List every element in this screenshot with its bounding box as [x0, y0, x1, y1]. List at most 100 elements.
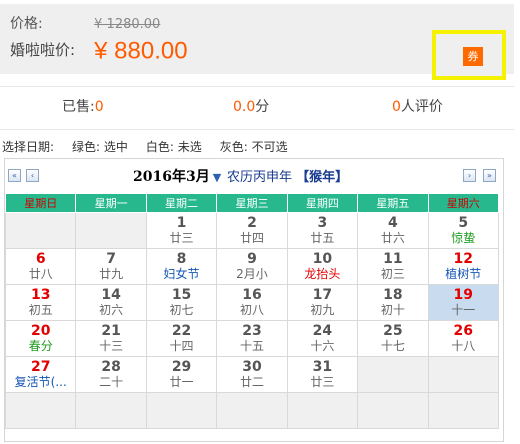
day-cell[interactable]: 28 二十 [75, 356, 147, 393]
lunar-date: 十四 [169, 339, 194, 353]
day-number: 24 [312, 323, 333, 339]
empty-day-cell [216, 392, 288, 429]
day-number: 8 [176, 251, 187, 267]
calendar: « ‹ 2016年3月 ▼ 农历丙申年 【猴年】 › » 星期日 星期一 星期二 星期三… [4, 158, 504, 442]
lunar-date: 春分 [28, 339, 53, 353]
chevron-down-icon[interactable]: ▼ [213, 171, 221, 184]
coupon-button[interactable]: 券 [463, 47, 483, 66]
day-number: 2 [247, 215, 257, 231]
lunar-date: 初七 [169, 303, 194, 317]
weekday-header: 星期四 [286, 193, 359, 213]
next-month-icon[interactable]: › [463, 169, 476, 182]
lunar-date: 初六 [99, 303, 124, 317]
review-count[interactable]: 0人评价 [392, 87, 443, 127]
day-cell[interactable]: 10 龙抬头 [286, 248, 359, 285]
day-cell[interactable]: 14 初六 [75, 284, 147, 321]
empty-day-cell [4, 212, 77, 249]
lunar-date: 2月小 [236, 267, 268, 281]
day-cell[interactable]: 21 十三 [75, 320, 147, 357]
day-number: 14 [101, 287, 121, 303]
legend-green: 绿色: 选中 [72, 140, 128, 154]
lunar-date: 二十 [99, 375, 124, 389]
month-selector[interactable]: 2016年3月 ▼ [133, 166, 221, 186]
day-number: 7 [106, 251, 116, 267]
empty-day-cell [4, 392, 77, 429]
weekday-header: 星期五 [357, 193, 429, 213]
empty-day-cell [427, 356, 500, 393]
day-cell[interactable]: 13 初五 [4, 284, 77, 321]
day-cell[interactable]: 19 十一 [427, 284, 500, 321]
day-cell[interactable]: 5 惊蛰 [427, 212, 500, 249]
lunar-date: 十六 [310, 339, 335, 353]
weekday-header: 星期二 [145, 193, 218, 213]
sold-value: 0 [94, 99, 104, 115]
day-cell[interactable]: 17 初九 [286, 284, 359, 321]
next-year-icon[interactable]: » [483, 169, 496, 182]
day-number: 27 [30, 359, 51, 375]
empty-day-cell [75, 212, 147, 249]
lunar-date: 廿三 [310, 375, 335, 389]
week-row: 6 廿八 7 廿九 8 妇女节 9 2月小 10 龙抬头 11 初三 12 植树节 [4, 248, 500, 285]
day-cell[interactable]: 9 2月小 [216, 248, 288, 285]
day-cell[interactable]: 23 十五 [216, 320, 288, 357]
day-number: 1 [176, 215, 187, 231]
day-cell[interactable]: 25 十七 [357, 320, 429, 357]
lunar-date: 廿三 [169, 231, 194, 245]
sale-price-row: 婚啦啦价: ¥ 880.00 [10, 38, 188, 63]
day-number: 16 [242, 287, 262, 303]
week-row: 27 复活节(... 28 二十 29 廿一 30 廿二 31 廿三 [4, 356, 500, 393]
day-number: 4 [387, 215, 398, 231]
day-number: 5 [458, 215, 469, 231]
zodiac-label: 【猴年】 [296, 170, 349, 185]
date-legend: 选择日期: 绿色: 选中 白色: 未选 灰色: 不可选 [2, 138, 306, 156]
lunar-date: 廿五 [310, 231, 335, 245]
lunar-date: 初十 [380, 303, 405, 317]
prev-month-icon[interactable]: ‹ [26, 169, 39, 182]
day-cell[interactable]: 27 复活节(... [4, 356, 77, 393]
lunar-date: 复活节(... [14, 375, 67, 389]
day-cell[interactable]: 8 妇女节 [145, 248, 218, 285]
day-cell[interactable]: 1 廿三 [145, 212, 218, 249]
day-number: 13 [30, 287, 51, 303]
legend-gray: 灰色: 不可选 [219, 140, 288, 154]
calendar-header: « ‹ 2016年3月 ▼ 农历丙申年 【猴年】 › » [5, 159, 503, 193]
legend-white: 白色: 未选 [145, 140, 202, 154]
lunar-date: 廿二 [239, 375, 264, 389]
prev-year-icon[interactable]: « [8, 169, 21, 182]
day-cell[interactable]: 16 初八 [216, 284, 288, 321]
day-cell[interactable]: 26 十八 [427, 320, 500, 357]
day-number: 20 [30, 323, 51, 339]
original-price-label: 价格: [10, 16, 43, 32]
day-cell[interactable]: 7 廿九 [75, 248, 147, 285]
lunar-date: 十八 [451, 339, 476, 353]
day-number: 12 [453, 251, 473, 267]
day-number: 10 [312, 251, 333, 267]
day-number: 21 [101, 323, 121, 339]
day-cell[interactable]: 3 廿五 [286, 212, 359, 249]
day-cell[interactable]: 29 廿一 [145, 356, 218, 393]
sold-count: 已售:0 [62, 87, 104, 127]
day-cell[interactable]: 12 植树节 [427, 248, 500, 285]
day-cell[interactable]: 11 初三 [357, 248, 429, 285]
calendar-body: 1 廿三 2 廿四 3 廿五 4 廿六 5 惊蛰 6 廿八 7 廿九 8 妇女节 9 2月小 10 龙抬头 11 初三 12… [4, 212, 500, 429]
day-cell[interactable]: 30 廿二 [216, 356, 288, 393]
day-cell[interactable]: 24 十六 [286, 320, 359, 357]
weekday-header: 星期六 [427, 193, 500, 213]
day-number: 25 [383, 323, 403, 339]
lunar-date: 龙抬头 [304, 267, 341, 281]
lunar-date: 十一 [451, 303, 476, 317]
weekday-header: 星期日 [4, 193, 77, 213]
day-cell[interactable]: 2 廿四 [216, 212, 288, 249]
original-price-value: ¥ 1280.00 [94, 17, 161, 32]
empty-day-cell [357, 392, 429, 429]
day-cell[interactable]: 4 廿六 [357, 212, 429, 249]
empty-day-cell [427, 392, 500, 429]
day-cell[interactable]: 6 廿八 [4, 248, 77, 285]
calendar-grid: 星期日 星期一 星期二 星期三 星期四 星期五 星期六 1 廿三 2 廿四 3 廿五 4 廿六 5 惊蛰 6 廿八… [4, 193, 500, 429]
day-cell[interactable]: 20 春分 [4, 320, 77, 357]
week-row [4, 392, 500, 429]
day-cell[interactable]: 18 初十 [357, 284, 429, 321]
day-cell[interactable]: 31 廿三 [286, 356, 359, 393]
day-cell[interactable]: 15 初七 [145, 284, 218, 321]
day-cell[interactable]: 22 十四 [145, 320, 218, 357]
